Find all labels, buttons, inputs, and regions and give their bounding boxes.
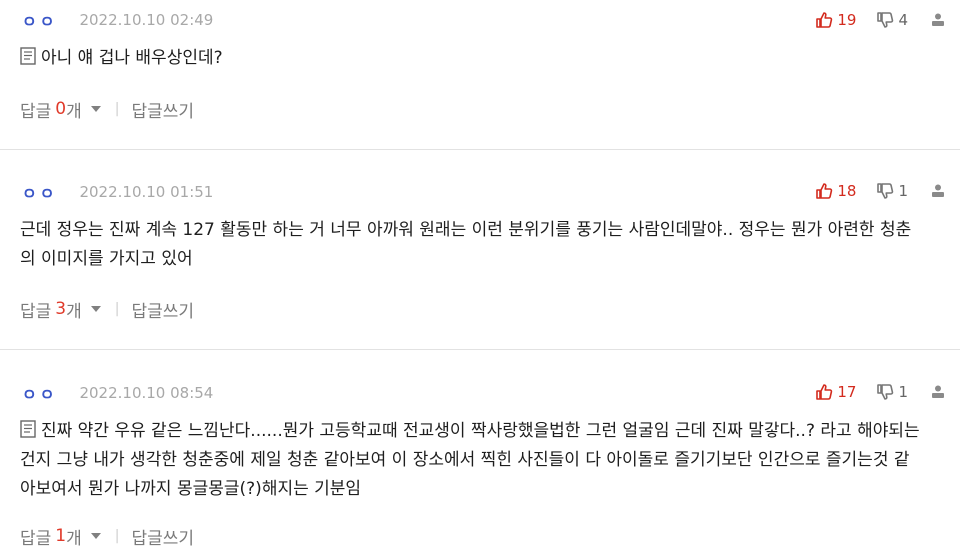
vote-bar: 17 1	[795, 380, 946, 404]
downvote-button[interactable]: 1	[876, 182, 908, 200]
vote-bar: 18 1	[795, 179, 946, 203]
vote-bar: 19 4	[795, 8, 946, 32]
downvote-count: 4	[898, 11, 908, 29]
comment-meta: ㅇㅇ 2022.10.10 08:54	[22, 381, 213, 405]
thumbs-up-icon	[816, 384, 833, 400]
comment-text-line: 아니 얘 겁나 배우상인데?	[41, 48, 223, 68]
thumbs-down-icon	[877, 183, 894, 199]
report-icon	[932, 13, 944, 26]
report-button[interactable]	[930, 384, 946, 400]
write-reply-link[interactable]: 답글쓰기	[131, 297, 194, 322]
comment-text-line: 건지 그냥 내가 생각한 청춘중에 제일 청춘 같아보여 이 장소에서 찍힌 사…	[20, 450, 910, 470]
downvote-count: 1	[898, 383, 908, 401]
reply-toggle[interactable]: 답글 1 개	[20, 524, 101, 549]
comment-actions: 답글 0 개 | 답글쓰기	[20, 97, 194, 122]
caret-down-icon[interactable]	[90, 306, 101, 312]
comment-body: 진짜 약간 우유 같은 느낌난다......뭔가 고등학교때 전교생이 짝사랑했…	[20, 417, 938, 504]
memo-icon	[20, 47, 36, 65]
reply-label: 답글	[20, 301, 52, 322]
thumbs-up-icon	[816, 183, 833, 199]
downvote-count: 1	[898, 182, 908, 200]
caret-down-icon[interactable]	[90, 533, 101, 539]
comment-actions: 답글 3 개 | 답글쓰기	[20, 297, 194, 322]
downvote-button[interactable]: 1	[876, 383, 908, 401]
upvote-button[interactable]: 17	[815, 383, 856, 401]
upvote-button[interactable]: 18	[815, 182, 856, 200]
comment-author[interactable]: ㅇㅇ	[22, 381, 57, 405]
comment-item: ㅇㅇ 2022.10.10 01:51 18 1 근데 정우는 진짜 계속 12…	[0, 150, 960, 350]
separator: |	[114, 101, 120, 117]
comment-body: 근데 정우는 진짜 계속 127 활동만 하는 거 너무 아까워 원래는 이런 …	[20, 216, 938, 274]
report-button[interactable]	[930, 12, 946, 28]
comment-text-line: 진짜 약간 우유 같은 느낌난다......뭔가 고등학교때 전교생이 짝사랑했…	[41, 421, 920, 441]
thumbs-down-icon	[877, 384, 894, 400]
separator: |	[114, 528, 120, 544]
reply-unit: 개	[66, 101, 82, 122]
upvote-count: 17	[837, 383, 857, 401]
comment-date: 2022.10.10 01:51	[79, 183, 214, 201]
reply-unit: 개	[66, 528, 82, 549]
comment-text-line: 근데 정우는 진짜 계속 127 활동만 하는 거 너무 아까워 원래는 이런 …	[20, 220, 912, 240]
comment-meta: ㅇㅇ 2022.10.10 01:51	[22, 180, 213, 204]
memo-icon	[20, 420, 36, 438]
downvote-button[interactable]: 4	[876, 11, 908, 29]
reply-toggle[interactable]: 답글 0 개	[20, 97, 101, 122]
caret-down-icon[interactable]	[90, 106, 101, 112]
comment-item: ㅇㅇ 2022.10.10 08:54 17 1 진짜 약간 우유 같은 느낌난…	[0, 350, 960, 549]
upvote-count: 19	[837, 11, 857, 29]
comment-date: 2022.10.10 02:49	[79, 11, 214, 29]
reply-unit: 개	[66, 301, 82, 322]
report-icon	[932, 184, 944, 197]
report-button[interactable]	[930, 183, 946, 199]
write-reply-link[interactable]: 답글쓰기	[131, 97, 194, 122]
comment-text-line: 의 이미지를 가지고 있어	[20, 249, 193, 269]
reply-count: 3	[55, 299, 67, 319]
comment-body: 아니 얘 겁나 배우상인데?	[20, 44, 938, 73]
thumbs-up-icon	[816, 12, 833, 28]
upvote-count: 18	[837, 182, 857, 200]
comment-item: ㅇㅇ 2022.10.10 02:49 19 4 아니 얘 겁나 배우상인데? …	[0, 0, 960, 150]
comment-date: 2022.10.10 08:54	[79, 384, 214, 402]
comment-actions: 답글 1 개 | 답글쓰기	[20, 524, 194, 549]
reply-label: 답글	[20, 528, 52, 549]
reply-count: 1	[55, 526, 67, 546]
separator: |	[114, 301, 120, 317]
comment-meta: ㅇㅇ 2022.10.10 02:49	[22, 8, 213, 32]
reply-count: 0	[55, 99, 67, 119]
comment-text-line: 아보여서 뭔가 나까지 몽글몽글(?)해지는 기분임	[20, 479, 362, 499]
upvote-button[interactable]: 19	[815, 11, 856, 29]
reply-toggle[interactable]: 답글 3 개	[20, 297, 101, 322]
thumbs-down-icon	[877, 12, 894, 28]
write-reply-link[interactable]: 답글쓰기	[131, 524, 194, 549]
comment-author[interactable]: ㅇㅇ	[22, 180, 57, 204]
report-icon	[932, 385, 944, 398]
comment-author[interactable]: ㅇㅇ	[22, 8, 57, 32]
reply-label: 답글	[20, 101, 52, 122]
